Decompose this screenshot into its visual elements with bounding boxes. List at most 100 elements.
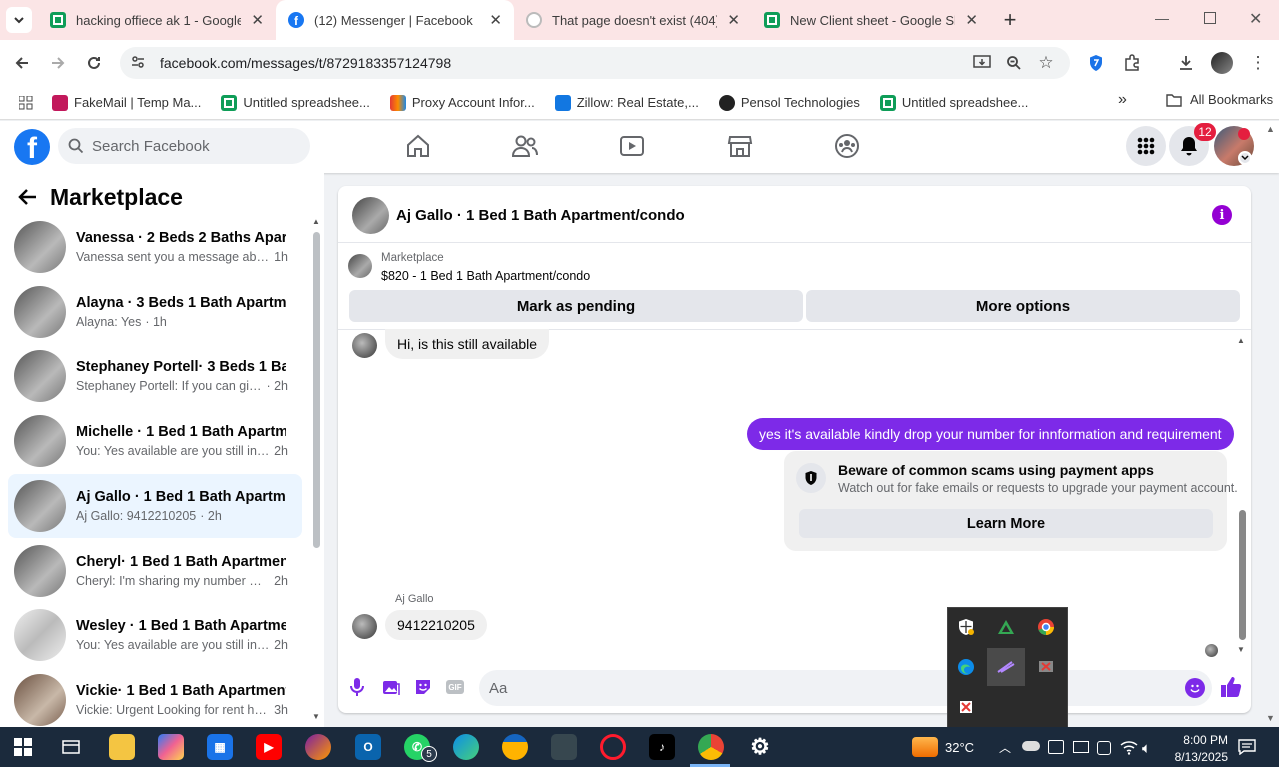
outlook-icon[interactable]: O xyxy=(355,734,381,760)
tab-sheets-1[interactable]: hacking offiece ak 1 - Google Sheets ✕ xyxy=(38,0,276,40)
conversation-item[interactable]: Wesley · 1 Bed 1 Bath Apartment... You: … xyxy=(8,603,302,667)
weather-icon[interactable] xyxy=(912,737,938,757)
more-options-button[interactable]: More options xyxy=(806,290,1240,322)
download-icon[interactable] xyxy=(1175,52,1197,74)
reload-icon[interactable] xyxy=(76,45,112,81)
display-error-icon[interactable] xyxy=(1027,648,1065,686)
facebook-search-input[interactable]: Search Facebook xyxy=(58,128,310,164)
wifi-icon[interactable] xyxy=(1120,739,1138,758)
microphone-icon[interactable] xyxy=(350,677,364,700)
list-scrollbar-thumb[interactable] xyxy=(313,232,320,548)
bookmark-fakemail[interactable]: FakeMail | Temp Ma... xyxy=(52,94,201,111)
taskbar-time[interactable]: 8:00 PM xyxy=(1166,733,1228,747)
page-scroll-down-icon[interactable]: ▼ xyxy=(1266,713,1275,723)
zoom-icon[interactable] xyxy=(1003,52,1025,74)
facebook-logo-icon[interactable]: f xyxy=(14,129,50,165)
file-explorer-icon[interactable] xyxy=(109,734,135,760)
list-scroll-up-icon[interactable]: ▲ xyxy=(312,217,320,226)
weather-temp[interactable]: 32°C xyxy=(945,740,974,755)
conversation-item[interactable]: Vickie· 1 Bed 1 Bath Apartment/... Vicki… xyxy=(8,668,302,732)
marketplace-icon[interactable] xyxy=(710,131,770,161)
tab-search-button[interactable] xyxy=(0,7,38,33)
bookmark-proxy[interactable]: Proxy Account Infor... xyxy=(389,94,535,111)
taskbar-date[interactable]: 8/13/2025 xyxy=(1160,750,1228,764)
back-arrow-icon[interactable] xyxy=(4,45,40,81)
friends-icon[interactable] xyxy=(495,131,555,161)
medal-app-icon[interactable] xyxy=(502,734,528,760)
close-icon[interactable]: ✕ xyxy=(727,11,740,29)
opera-icon[interactable] xyxy=(600,734,626,760)
extensions-puzzle-icon[interactable] xyxy=(1121,52,1143,74)
network-error-icon[interactable] xyxy=(947,688,985,726)
task-view-icon[interactable] xyxy=(62,738,80,759)
new-tab-button[interactable]: + xyxy=(990,7,1030,33)
page-scroll-up-icon[interactable]: ▲ xyxy=(1266,124,1275,134)
watch-video-icon[interactable] xyxy=(602,131,662,161)
menu-kebab-icon[interactable]: ⋮ xyxy=(1247,52,1269,74)
chat-avatar[interactable] xyxy=(352,197,389,234)
bookmark-pensol[interactable]: Pensol Technologies xyxy=(718,94,860,111)
install-app-icon[interactable] xyxy=(971,52,993,74)
sticker-icon[interactable] xyxy=(414,678,432,699)
bookmark-zillow[interactable]: Zillow: Real Estate,... xyxy=(554,94,699,111)
close-icon[interactable]: ✕ xyxy=(489,11,502,29)
forward-arrow-icon[interactable] xyxy=(40,45,76,81)
app-icon[interactable] xyxy=(305,734,331,760)
site-info-icon[interactable] xyxy=(130,54,146,73)
tray-app-icon[interactable] xyxy=(1073,741,1089,753)
mark-as-pending-button[interactable]: Mark as pending xyxy=(349,290,803,322)
account-chevron-icon[interactable] xyxy=(1238,151,1252,165)
learn-more-button[interactable]: Learn More xyxy=(799,509,1213,538)
menu-grid-button[interactable] xyxy=(1126,126,1166,166)
photo-icon[interactable] xyxy=(382,678,400,699)
chat-scrollbar-thumb[interactable] xyxy=(1239,510,1246,640)
pen-tool-icon[interactable] xyxy=(987,648,1025,686)
conversation-item[interactable]: Michelle · 1 Bed 1 Bath Apartme... You: … xyxy=(8,409,302,473)
list-scroll-down-icon[interactable]: ▼ xyxy=(312,712,320,721)
close-icon[interactable]: ✕ xyxy=(251,11,264,29)
settings-gear-icon[interactable]: ⚙ xyxy=(747,734,773,760)
youtube-icon[interactable]: ▶ xyxy=(256,734,282,760)
drive-sync-icon[interactable] xyxy=(987,608,1025,646)
chrome-icon[interactable] xyxy=(698,734,724,760)
conversation-item[interactable]: Alayna · 3 Beds 1 Bath Apartme... Alayna… xyxy=(8,280,302,344)
all-bookmarks-button[interactable]: All Bookmarks xyxy=(1166,92,1273,107)
tab-sheets-2[interactable]: New Client sheet - Google Sheets ✕ xyxy=(752,0,990,40)
bookmark-spreadsheet-2[interactable]: Untitled spreadshee... xyxy=(879,94,1028,111)
edge-icon[interactable] xyxy=(947,648,985,686)
home-icon[interactable] xyxy=(388,131,448,161)
address-bar[interactable]: facebook.com/messages/t/8729183357124798 xyxy=(120,47,1070,79)
conversation-item[interactable]: Cheryl· 1 Bed 1 Bath Apartment/... Chery… xyxy=(8,539,302,603)
tab-instagram[interactable]: That page doesn't exist (404) - Instagra… xyxy=(514,0,752,40)
copilot-icon[interactable] xyxy=(158,734,184,760)
conversation-item-selected[interactable]: Aj Gallo · 1 Bed 1 Bath Apartmen... Aj G… xyxy=(8,474,302,538)
bookmark-star-icon[interactable]: ☆ xyxy=(1035,52,1057,74)
message-incoming[interactable]: 9412210205 xyxy=(385,610,487,640)
gif-icon[interactable]: GIF xyxy=(446,680,464,694)
chrome-icon[interactable] xyxy=(1027,608,1065,646)
location-tray-icon[interactable] xyxy=(1097,741,1111,755)
message-outgoing[interactable]: yes it's available kindly drop your numb… xyxy=(747,418,1234,450)
restore-icon[interactable] xyxy=(1204,12,1216,24)
close-icon[interactable]: ✕ xyxy=(965,11,978,29)
bookmarks-overflow-icon[interactable]: » xyxy=(1118,91,1127,109)
windows-start-icon[interactable] xyxy=(14,738,32,759)
thumbs-up-icon[interactable] xyxy=(1220,676,1242,701)
app-icon[interactable] xyxy=(551,734,577,760)
message-incoming[interactable]: Hi, is this still available xyxy=(385,329,550,359)
window-close-icon[interactable]: ✕ xyxy=(1249,9,1262,29)
groups-icon[interactable] xyxy=(817,131,877,161)
back-arrow-icon[interactable] xyxy=(18,188,38,209)
chat-scroll-down-icon[interactable]: ▼ xyxy=(1237,645,1245,654)
chat-scroll-up-icon[interactable]: ▲ xyxy=(1237,336,1245,345)
listing-title[interactable]: $820 - 1 Bed 1 Bath Apartment/condo xyxy=(381,269,590,283)
conversation-item[interactable]: Stephaney Portell· 3 Beds 1 Bath... Step… xyxy=(8,344,302,408)
notes-tray-icon[interactable] xyxy=(1048,740,1064,754)
volume-icon[interactable]: 🔈︎ xyxy=(1142,740,1151,757)
apps-grid-icon[interactable] xyxy=(0,95,52,110)
notification-center-icon[interactable] xyxy=(1238,739,1256,758)
conversation-item[interactable]: Vanessa · 2 Beds 2 Baths Apart... Vaness… xyxy=(8,215,302,279)
tiktok-icon[interactable]: ♪ xyxy=(649,734,675,760)
shield-extension-icon[interactable] xyxy=(1085,52,1107,74)
bookmark-spreadsheet-1[interactable]: Untitled spreadshee... xyxy=(221,94,370,111)
